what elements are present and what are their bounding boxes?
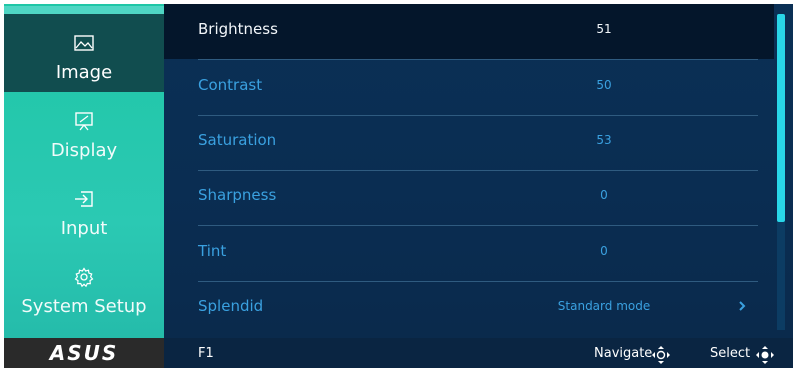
image-icon <box>74 35 94 51</box>
gear-icon <box>74 267 94 288</box>
setting-label: Sharpness <box>198 186 277 204</box>
setting-row-sharpness[interactable]: Sharpness 0 <box>164 170 774 225</box>
sidebar-item-label: Image <box>55 62 113 83</box>
scrollbar-thumb[interactable] <box>777 14 785 222</box>
projector-icon <box>75 112 93 131</box>
setting-label: Contrast <box>198 76 263 94</box>
setting-row-saturation[interactable]: Saturation 53 <box>164 115 774 170</box>
sidebar-item-label: Input <box>60 218 108 239</box>
setting-row-contrast[interactable]: Contrast 50 <box>164 60 774 115</box>
asus-logo: ASUS <box>49 341 119 365</box>
navigate-hint: Navigate <box>594 346 653 361</box>
sidebar-item-label: Display <box>50 140 118 161</box>
setting-value: 51 <box>596 22 612 36</box>
setting-value: Standard mode <box>557 299 651 313</box>
setting-label: Brightness <box>198 20 278 38</box>
setting-value: 0 <box>600 188 608 202</box>
setting-row-brightness[interactable]: Brightness 51 <box>164 4 774 59</box>
sidebar-item-system-setup[interactable]: System Setup <box>4 248 164 326</box>
setting-row-tint[interactable]: Tint 0 <box>164 226 774 281</box>
setting-value: 0 <box>600 244 608 258</box>
input-icon <box>75 191 93 207</box>
footer-bar: F1 Navigate Select <box>164 338 793 368</box>
sidebar-item-image[interactable]: Image <box>4 6 164 92</box>
sidebar-item-input[interactable]: Input <box>4 170 164 248</box>
setting-label: Tint <box>198 242 227 260</box>
setting-value: 53 <box>596 133 612 147</box>
navigate-joystick-icon <box>652 346 670 364</box>
f1-hint: F1 <box>198 346 214 361</box>
setting-row-splendid[interactable]: Splendid Standard mode <box>164 281 774 336</box>
setting-label: Saturation <box>198 131 277 149</box>
brand-bar: ASUS <box>4 338 164 368</box>
setting-label: Splendid <box>198 297 264 315</box>
chevron-right-icon[interactable] <box>736 298 748 314</box>
setting-value: 50 <box>596 78 612 92</box>
sidebar-item-display[interactable]: Display <box>4 92 164 170</box>
settings-panel: Brightness 51 Contrast 50 Saturation 53 … <box>164 4 793 338</box>
select-joystick-icon <box>756 346 774 364</box>
osd-menu: Image Display Input System Setup ASUS Br… <box>4 4 793 368</box>
sidebar: Image Display Input System Setup ASUS <box>4 4 164 368</box>
sidebar-item-label: System Setup <box>21 296 147 317</box>
select-hint: Select <box>710 346 751 361</box>
